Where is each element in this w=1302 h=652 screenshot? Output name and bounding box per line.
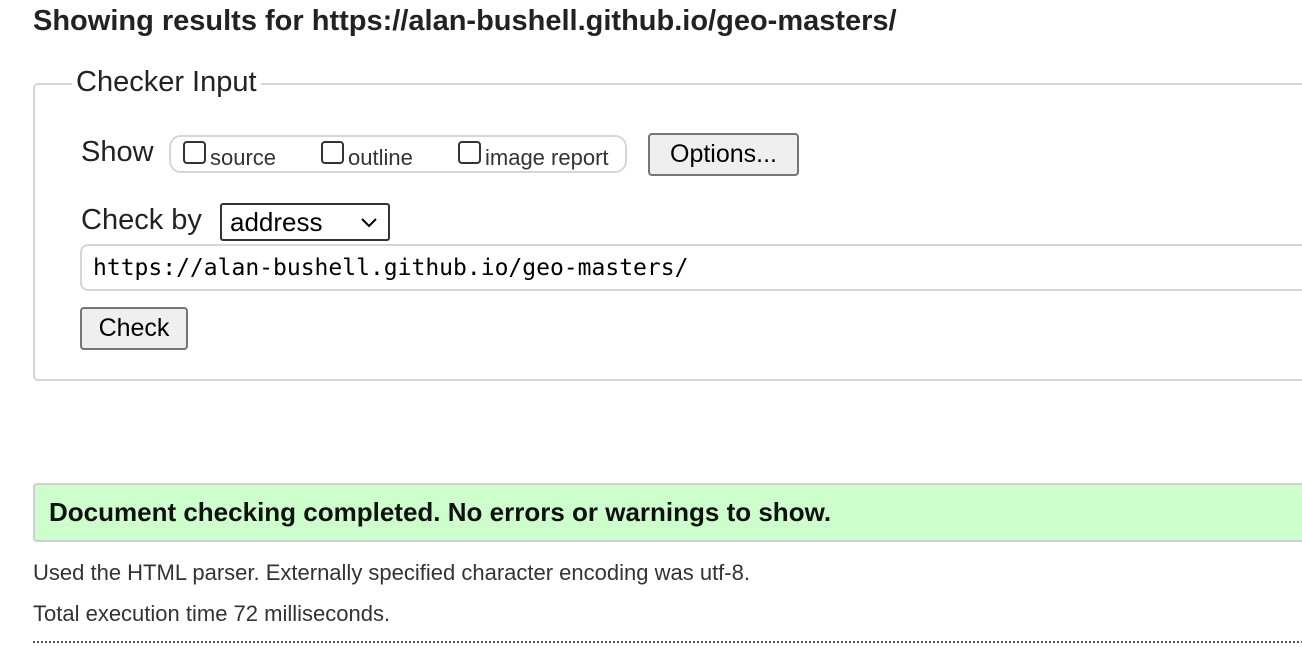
status-banner: Document checking completed. No errors o… bbox=[33, 483, 1302, 542]
show-image-report-option[interactable]: image report bbox=[458, 137, 609, 173]
source-checkbox-label[interactable]: source bbox=[210, 145, 276, 171]
outline-checkbox-label[interactable]: outline bbox=[348, 145, 413, 171]
check-by-select[interactable]: address bbox=[220, 203, 390, 241]
check-button[interactable]: Check bbox=[80, 307, 188, 350]
status-message: Document checking completed. No errors o… bbox=[49, 497, 832, 527]
url-input-value: https://alan-bushell.github.io/geo-maste… bbox=[93, 254, 689, 281]
show-outline-option[interactable]: outline bbox=[321, 137, 413, 173]
dotted-divider bbox=[33, 641, 1302, 643]
options-button[interactable]: Options... bbox=[648, 133, 799, 176]
show-label: Show bbox=[81, 136, 154, 168]
execution-time: Total execution time 72 milliseconds. bbox=[33, 601, 391, 626]
url-input[interactable]: https://alan-bushell.github.io/geo-maste… bbox=[80, 244, 1302, 291]
image-report-checkbox[interactable] bbox=[458, 140, 481, 164]
check-by-label: Check by bbox=[81, 204, 202, 236]
check-by-selected-value: address bbox=[230, 206, 323, 237]
page-title: Showing results for https://alan-bushell… bbox=[33, 5, 897, 37]
show-options-group: source outline image report bbox=[169, 135, 627, 173]
outline-checkbox[interactable] bbox=[321, 140, 344, 164]
chevron-down-icon bbox=[361, 218, 377, 228]
image-report-checkbox-label[interactable]: image report bbox=[485, 145, 609, 171]
checker-input-legend: Checker Input bbox=[72, 63, 261, 101]
show-source-option[interactable]: source bbox=[183, 137, 276, 173]
parser-info: Used the HTML parser. Externally specifi… bbox=[33, 560, 750, 585]
source-checkbox[interactable] bbox=[183, 140, 206, 164]
